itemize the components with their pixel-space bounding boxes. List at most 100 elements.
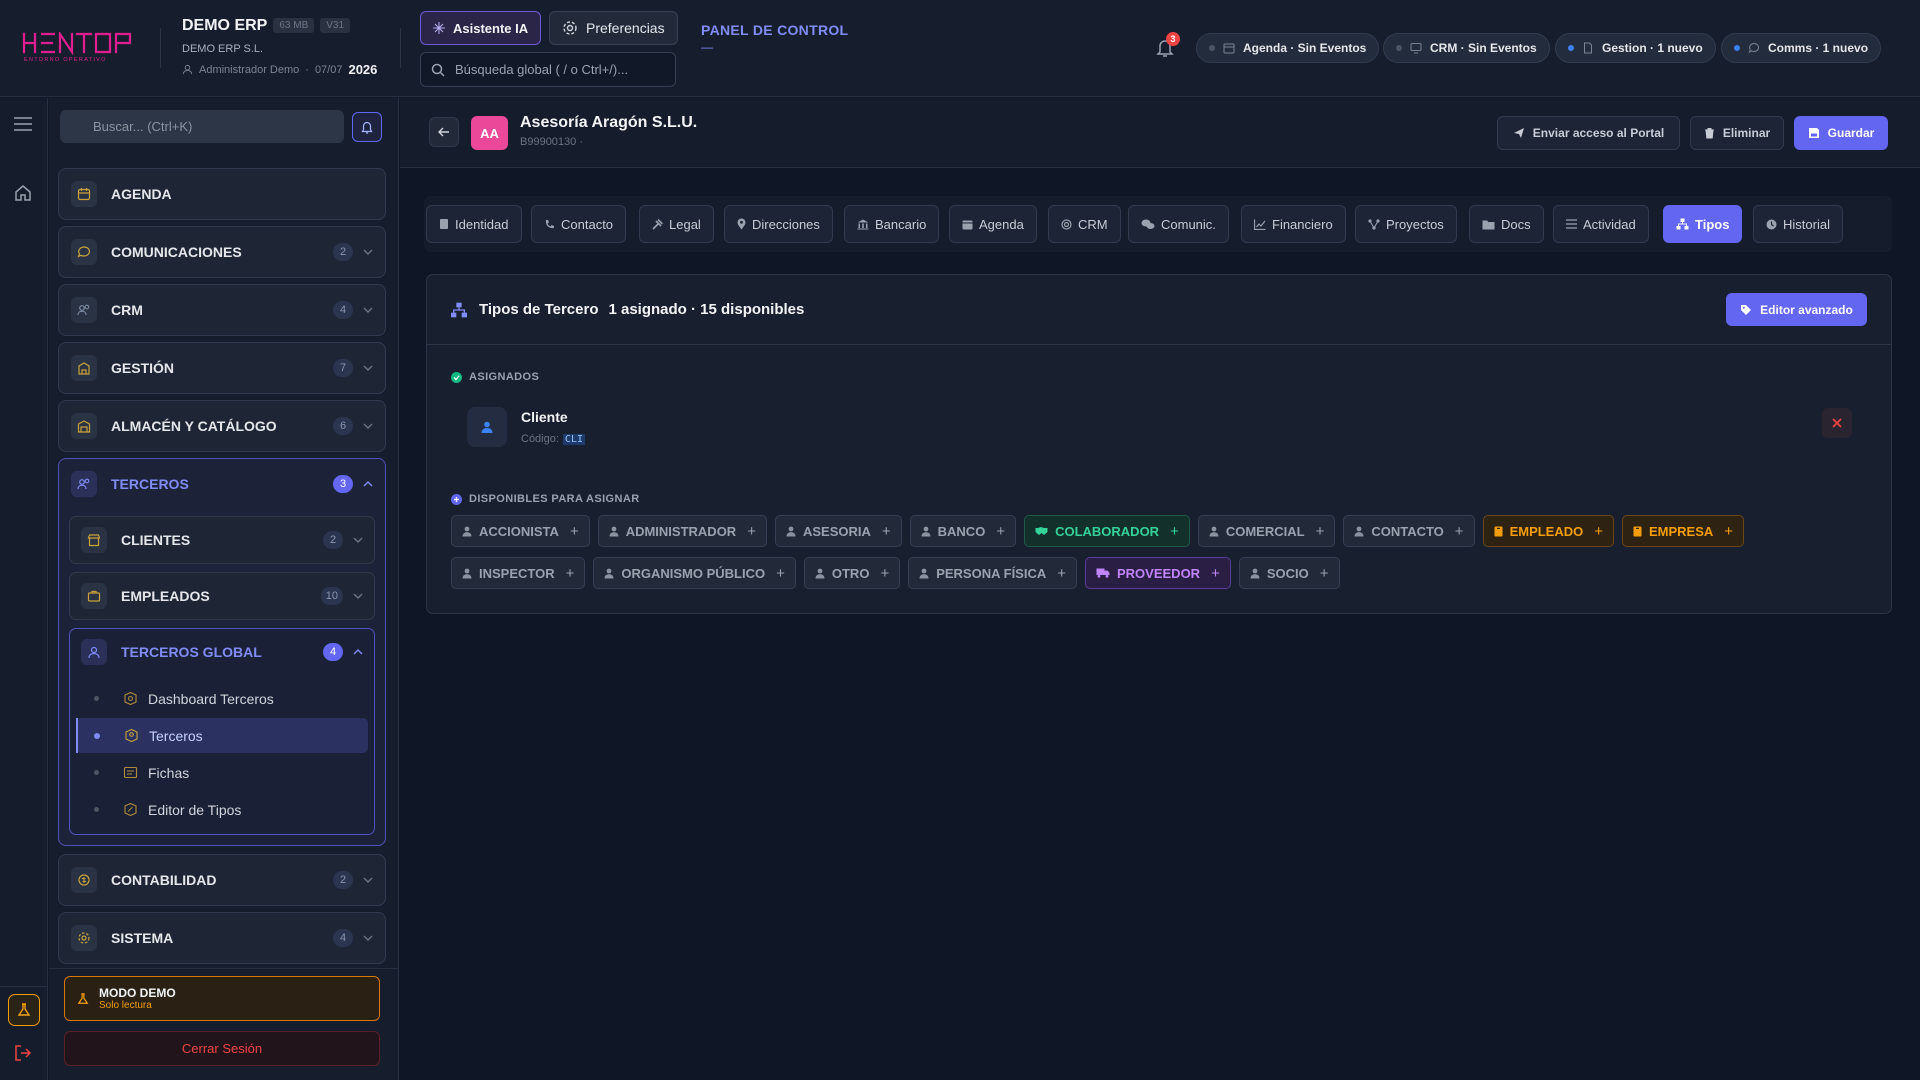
status-gestion[interactable]: Gestion · 1 nuevo xyxy=(1555,33,1716,63)
remove-type-button[interactable] xyxy=(1822,408,1852,438)
tab-comunic[interactable]: Comunic. xyxy=(1128,205,1229,243)
type-chip-empleado[interactable]: EMPLEADO + xyxy=(1482,515,1614,547)
delete-button[interactable]: Eliminar xyxy=(1690,116,1784,150)
save-button[interactable]: Guardar xyxy=(1794,116,1888,150)
type-chip-contacto[interactable]: CONTACTO + xyxy=(1343,515,1475,547)
back-button[interactable] xyxy=(429,117,459,147)
demo-mode-banner: MODO DEMO Solo lectura xyxy=(64,976,380,1021)
sidebar-item-label: TERCEROS xyxy=(111,476,189,492)
sidebar-item-agenda[interactable]: AGENDA xyxy=(58,168,386,220)
status-agenda[interactable]: Agenda · Sin Eventos xyxy=(1196,33,1380,63)
type-chip-persona-fisica[interactable]: PERSONA FÍSICA + xyxy=(908,557,1077,589)
tab-contacto[interactable]: Contacto xyxy=(531,205,627,243)
file-icon xyxy=(1582,42,1594,54)
tab-agenda[interactable]: Agenda xyxy=(949,205,1037,243)
type-chip-administrador[interactable]: ADMINISTRADOR + xyxy=(597,515,767,547)
sidebar-item-sistema[interactable]: SISTEMA 4 xyxy=(58,912,386,964)
folder-icon xyxy=(1482,219,1495,230)
sidebar-item-empleados[interactable]: EMPLEADOS 10 xyxy=(69,572,375,620)
count-badge: 4 xyxy=(323,643,343,661)
plus-icon: + xyxy=(1211,564,1220,582)
tab-direcciones[interactable]: Direcciones xyxy=(724,205,833,243)
demo-flask-button[interactable] xyxy=(8,994,40,1026)
sidebar-item-crm[interactable]: CRM 4 xyxy=(58,284,386,336)
type-chip-asesoria[interactable]: ASESORIA + xyxy=(774,515,902,547)
notifications-button[interactable]: 3 xyxy=(1156,32,1180,58)
sidebar-leaf-editor-tipos[interactable]: Editor de Tipos xyxy=(76,792,368,827)
type-chip-proveedor[interactable]: PROVEEDOR + xyxy=(1085,557,1231,589)
advanced-editor-button[interactable]: Editor avanzado xyxy=(1726,293,1867,326)
tab-historial[interactable]: Historial xyxy=(1753,205,1843,243)
gear-icon xyxy=(562,20,578,36)
preferences-button[interactable]: Preferencias xyxy=(549,11,678,45)
tab-tipos[interactable]: Tipos xyxy=(1663,205,1743,243)
sidebar-leaf-label: Editor de Tipos xyxy=(148,801,242,818)
logout-button[interactable]: Cerrar Sesión xyxy=(64,1031,380,1066)
tab-proyectos[interactable]: Proyectos xyxy=(1355,205,1457,243)
tab-actividad[interactable]: Actividad xyxy=(1553,205,1649,243)
flask-icon xyxy=(17,1003,31,1017)
ai-assistant-button[interactable]: Asistente IA xyxy=(420,11,542,45)
active-indicator xyxy=(76,718,78,753)
plus-icon: + xyxy=(881,522,891,540)
tab-crm[interactable]: CRM xyxy=(1048,205,1121,243)
status-comms[interactable]: Comms · 1 nuevo xyxy=(1721,33,1882,63)
sidebar-item-clientes[interactable]: CLIENTES 2 xyxy=(69,516,375,564)
chat-icon xyxy=(1748,42,1760,54)
types-panel-summary: 1 asignado · 15 disponibles xyxy=(608,301,805,318)
sidebar-item-contabilidad[interactable]: CONTABILIDAD 2 xyxy=(58,854,386,906)
tab-financiero[interactable]: Financiero xyxy=(1241,205,1346,243)
user-icon xyxy=(1354,526,1364,537)
chip-label: EMPRESA xyxy=(1649,523,1714,539)
sidebar-item-terceros-global[interactable]: TERCEROS GLOBAL 4 xyxy=(70,629,374,675)
chevron-down-icon xyxy=(363,423,373,429)
badge-icon xyxy=(1494,526,1503,537)
tab-docs[interactable]: Docs xyxy=(1469,205,1544,243)
logout-icon[interactable] xyxy=(14,1044,32,1062)
global-search[interactable]: Búsqueda global ( / o Ctrl+/)... xyxy=(420,52,676,87)
type-chip-comercial[interactable]: COMERCIAL + xyxy=(1197,515,1336,547)
sidebar-leaf-fichas[interactable]: Fichas xyxy=(76,755,368,790)
type-chip-colaborador[interactable]: COLABORADOR + xyxy=(1024,515,1190,547)
type-chip-accionista[interactable]: ACCIONISTA + xyxy=(451,515,590,547)
chip-label: ASESORIA xyxy=(802,523,871,539)
sidebar-notify-button[interactable] xyxy=(352,112,382,142)
sidebar-item-comunicaciones[interactable]: COMUNICACIONES 2 xyxy=(58,226,386,278)
chip-label: CONTACTO xyxy=(1371,523,1444,539)
assigned-type-code-row: Código: CLI xyxy=(521,433,585,445)
sidebar-item-label: ALMACÉN Y CATÁLOGO xyxy=(111,418,277,434)
advanced-editor-label: Editor avanzado xyxy=(1760,302,1853,317)
sidebar-item-almacen[interactable]: ALMACÉN Y CATÁLOGO 6 xyxy=(58,400,386,452)
chevron-down-icon xyxy=(363,935,373,941)
panel-title[interactable]: PANEL DE CONTROL xyxy=(701,22,848,38)
send-portal-button[interactable]: Enviar acceso al Portal xyxy=(1497,116,1680,150)
sidebar-item-terceros[interactable]: TERCEROS 3 xyxy=(59,459,385,509)
types-panel-title: Tipos de Tercero xyxy=(479,301,599,318)
chip-label: OTRO xyxy=(831,565,870,581)
tab-identidad[interactable]: Identidad xyxy=(426,205,522,243)
plus-icon: + xyxy=(1170,522,1179,540)
type-chip-banco[interactable]: BANCO + xyxy=(909,515,1017,547)
sidebar-search-placeholder: Buscar... (Ctrl+K) xyxy=(93,119,193,134)
type-chip-organismo-publico[interactable]: ORGANISMO PÚBLICO + xyxy=(593,557,796,589)
sidebar-leaf-dashboard[interactable]: Dashboard Terceros xyxy=(76,681,368,716)
type-chip-otro[interactable]: OTRO + xyxy=(803,557,901,589)
sidebar-leaf-terceros[interactable]: Terceros xyxy=(76,718,368,753)
pin-icon xyxy=(737,218,746,230)
home-icon[interactable] xyxy=(14,184,32,202)
sidebar-search-input[interactable]: Buscar... (Ctrl+K) xyxy=(60,110,344,143)
trash-icon xyxy=(1704,127,1715,139)
global-search-placeholder[interactable]: Búsqueda global ( / o Ctrl+/)... xyxy=(455,62,628,77)
tab-legal[interactable]: Legal xyxy=(639,205,714,243)
type-chip-socio[interactable]: SOCIO + xyxy=(1238,557,1340,589)
sidebar-item-gestion[interactable]: GESTIÓN 7 xyxy=(58,342,386,394)
menu-icon[interactable] xyxy=(14,117,32,131)
count-badge: 4 xyxy=(333,929,353,947)
type-chip-empresa[interactable]: EMPRESA + xyxy=(1622,515,1745,547)
hentop-logo[interactable]: ENTORNO OPERATIVO xyxy=(22,32,142,62)
bank-icon xyxy=(857,219,869,230)
users-icon xyxy=(71,297,97,323)
status-crm[interactable]: CRM · Sin Eventos xyxy=(1383,33,1550,63)
type-chip-inspector[interactable]: INSPECTOR + xyxy=(451,557,586,589)
tab-bancario[interactable]: Bancario xyxy=(844,205,940,243)
